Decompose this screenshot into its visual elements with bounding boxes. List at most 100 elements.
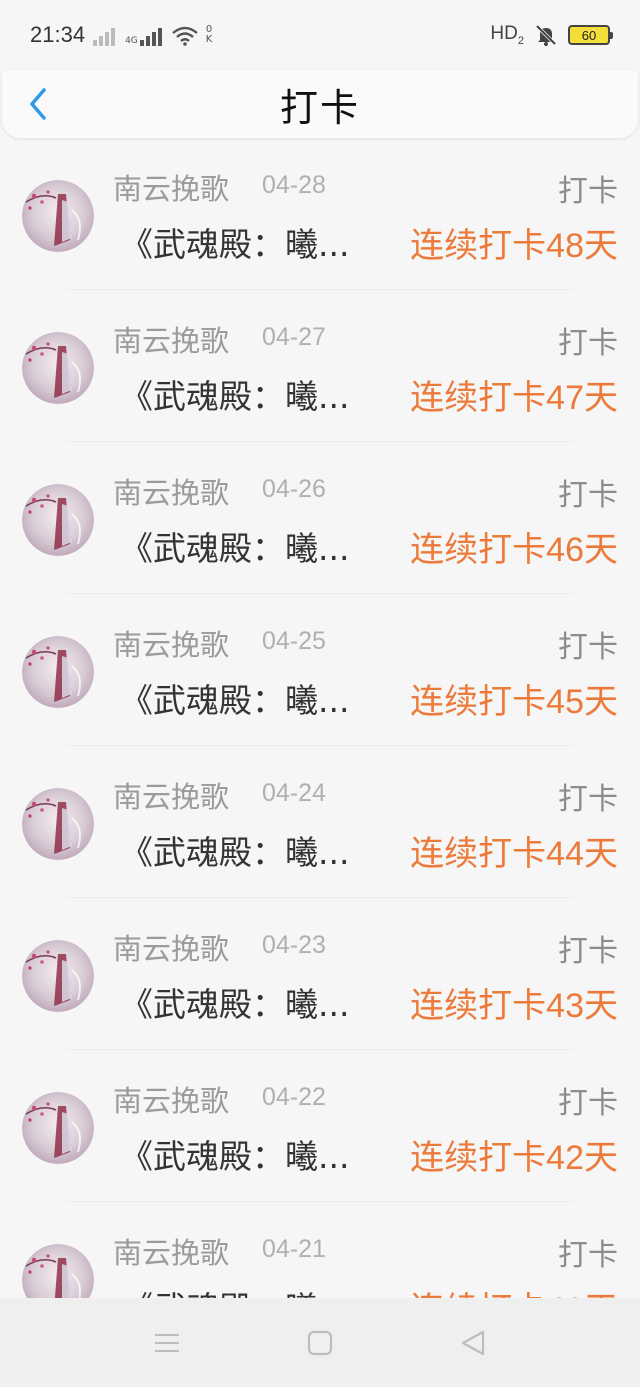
streak-suffix: 天 — [584, 530, 618, 570]
streak-suffix: 天 — [584, 682, 618, 722]
status-right: HD2 60 — [490, 23, 613, 47]
screen: 21:34 4G 0 K HD2 60 打卡 南云挽歌 04-28 打卡 《武魂… — [0, 0, 640, 1387]
battery-icon: 60 — [568, 25, 613, 45]
avatar[interactable] — [22, 636, 94, 708]
signal-sim1-icon — [93, 24, 117, 46]
battery-level: 60 — [581, 27, 597, 43]
user-name: 南云挽歌 — [113, 172, 230, 206]
checkin-tag: 打卡 — [558, 782, 618, 817]
nav-back-button[interactable] — [453, 1323, 493, 1363]
user-name: 南云挽歌 — [113, 780, 230, 814]
avatar[interactable] — [22, 1244, 94, 1298]
streak-days: 45 — [546, 683, 584, 721]
checkin-tag: 打卡 — [558, 1086, 618, 1121]
hd-sub-label: 2 — [517, 34, 524, 47]
streak-days: 42 — [546, 1139, 584, 1177]
nav-menu-button[interactable] — [147, 1323, 187, 1363]
list-item[interactable]: 南云挽歌 04-23 打卡 《武魂殿：曦... 连续打卡43天 — [0, 898, 640, 1050]
network-type-label: 4G — [125, 36, 138, 46]
wifi-icon — [171, 24, 198, 46]
user-name: 南云挽歌 — [113, 1084, 230, 1118]
book-title: 《武魂殿：曦... — [120, 225, 350, 264]
book-title: 《武魂殿：曦... — [120, 377, 350, 416]
streak-text: 连续打卡48天 — [410, 218, 618, 267]
book-title: 《武魂殿：曦... — [120, 529, 350, 568]
avatar[interactable] — [22, 332, 94, 404]
back-button[interactable] — [24, 86, 54, 122]
streak-suffix: 天 — [584, 226, 618, 266]
streak-days: 48 — [546, 227, 584, 265]
checkin-date: 04-28 — [262, 171, 326, 199]
avatar[interactable] — [22, 1092, 94, 1164]
checkin-tag: 打卡 — [558, 630, 618, 665]
status-left: 21:34 4G 0 K — [30, 22, 212, 48]
avatar[interactable] — [22, 788, 94, 860]
book-title: 《武魂殿：曦... — [120, 1282, 349, 1298]
avatar[interactable] — [22, 180, 94, 252]
user-name: 南云挽歌 — [113, 1236, 230, 1270]
checkin-list[interactable]: 南云挽歌 04-28 打卡 《武魂殿：曦... 连续打卡48天 南云挽歌 04-… — [0, 138, 640, 1298]
streak-prefix: 连续打卡 — [410, 986, 547, 1026]
checkin-date: 04-27 — [262, 323, 326, 351]
list-item[interactable]: 南云挽歌 04-26 打卡 《武魂殿：曦... 连续打卡46天 — [0, 442, 640, 594]
streak-suffix: 天 — [584, 1290, 618, 1298]
streak-suffix: 天 — [584, 986, 618, 1026]
signal-sim2-icon: 4G — [125, 24, 138, 46]
streak-text: 连续打卡42天 — [410, 1130, 618, 1179]
streak-prefix: 连续打卡 — [410, 1290, 546, 1298]
list-item[interactable]: 南云挽歌 04-21 打卡 《武魂殿：曦... 连续打卡41天 — [0, 1202, 640, 1298]
checkin-date: 04-25 — [262, 627, 326, 655]
streak-text: 连续打卡47天 — [410, 370, 618, 419]
net-speed-indicator: 0 K — [206, 24, 213, 46]
status-bar: 21:34 4G 0 K HD2 60 — [0, 0, 640, 70]
hd-voice-indicator: HD2 — [490, 23, 524, 47]
checkin-date: 04-22 — [262, 1083, 326, 1111]
list-item[interactable]: 南云挽歌 04-25 打卡 《武魂殿：曦... 连续打卡45天 — [0, 594, 640, 746]
checkin-date: 04-21 — [262, 1235, 326, 1263]
streak-text: 连续打卡45天 — [410, 674, 618, 723]
streak-suffix: 天 — [584, 378, 618, 418]
book-title: 《武魂殿：曦... — [120, 985, 350, 1024]
list-item[interactable]: 南云挽歌 04-28 打卡 《武魂殿：曦... 连续打卡48天 — [0, 138, 640, 290]
list-item[interactable]: 南云挽歌 04-22 打卡 《武魂殿：曦... 连续打卡42天 — [0, 1050, 640, 1202]
streak-text: 连续打卡41天 — [410, 1282, 618, 1298]
signal-bars-icon — [139, 24, 164, 46]
streak-days: 43 — [546, 987, 584, 1025]
net-speed-bottom: K — [205, 34, 213, 45]
menu-icon — [154, 1333, 179, 1352]
mute-bell-icon — [534, 23, 558, 47]
user-name: 南云挽歌 — [113, 932, 230, 966]
streak-days: 47 — [546, 379, 584, 417]
chevron-left-icon — [30, 88, 46, 120]
book-title: 《武魂殿：曦... — [120, 1137, 350, 1176]
avatar[interactable] — [22, 940, 94, 1012]
checkin-tag: 打卡 — [558, 934, 618, 969]
streak-days: 41 — [546, 1291, 584, 1298]
system-nav-bar — [0, 1298, 640, 1387]
streak-prefix: 连续打卡 — [410, 530, 547, 570]
list-item[interactable]: 南云挽歌 04-27 打卡 《武魂殿：曦... 连续打卡47天 — [0, 290, 640, 442]
checkin-tag: 打卡 — [558, 478, 618, 513]
back-triangle-icon — [462, 1330, 485, 1355]
checkin-tag: 打卡 — [558, 326, 618, 361]
nav-home-button[interactable] — [300, 1323, 340, 1363]
checkin-tag: 打卡 — [558, 174, 618, 209]
list-item[interactable]: 南云挽歌 04-24 打卡 《武魂殿：曦... 连续打卡44天 — [0, 746, 640, 898]
header-bar: 打卡 — [2, 70, 638, 138]
streak-prefix: 连续打卡 — [410, 226, 547, 266]
home-square-icon — [307, 1330, 333, 1355]
book-title: 《武魂殿：曦... — [120, 681, 350, 720]
user-name: 南云挽歌 — [113, 628, 230, 662]
checkin-date: 04-23 — [262, 931, 326, 959]
page-title: 打卡 — [279, 85, 360, 130]
book-title: 《武魂殿：曦... — [120, 833, 350, 872]
streak-text: 连续打卡46天 — [410, 522, 618, 571]
streak-text: 连续打卡44天 — [410, 826, 618, 875]
avatar[interactable] — [22, 484, 94, 556]
checkin-tag: 打卡 — [558, 1238, 618, 1273]
hd-label: HD — [490, 23, 518, 45]
streak-prefix: 连续打卡 — [410, 834, 547, 874]
checkin-date: 04-24 — [262, 779, 326, 807]
streak-suffix: 天 — [584, 1138, 618, 1178]
streak-text: 连续打卡43天 — [410, 978, 618, 1027]
